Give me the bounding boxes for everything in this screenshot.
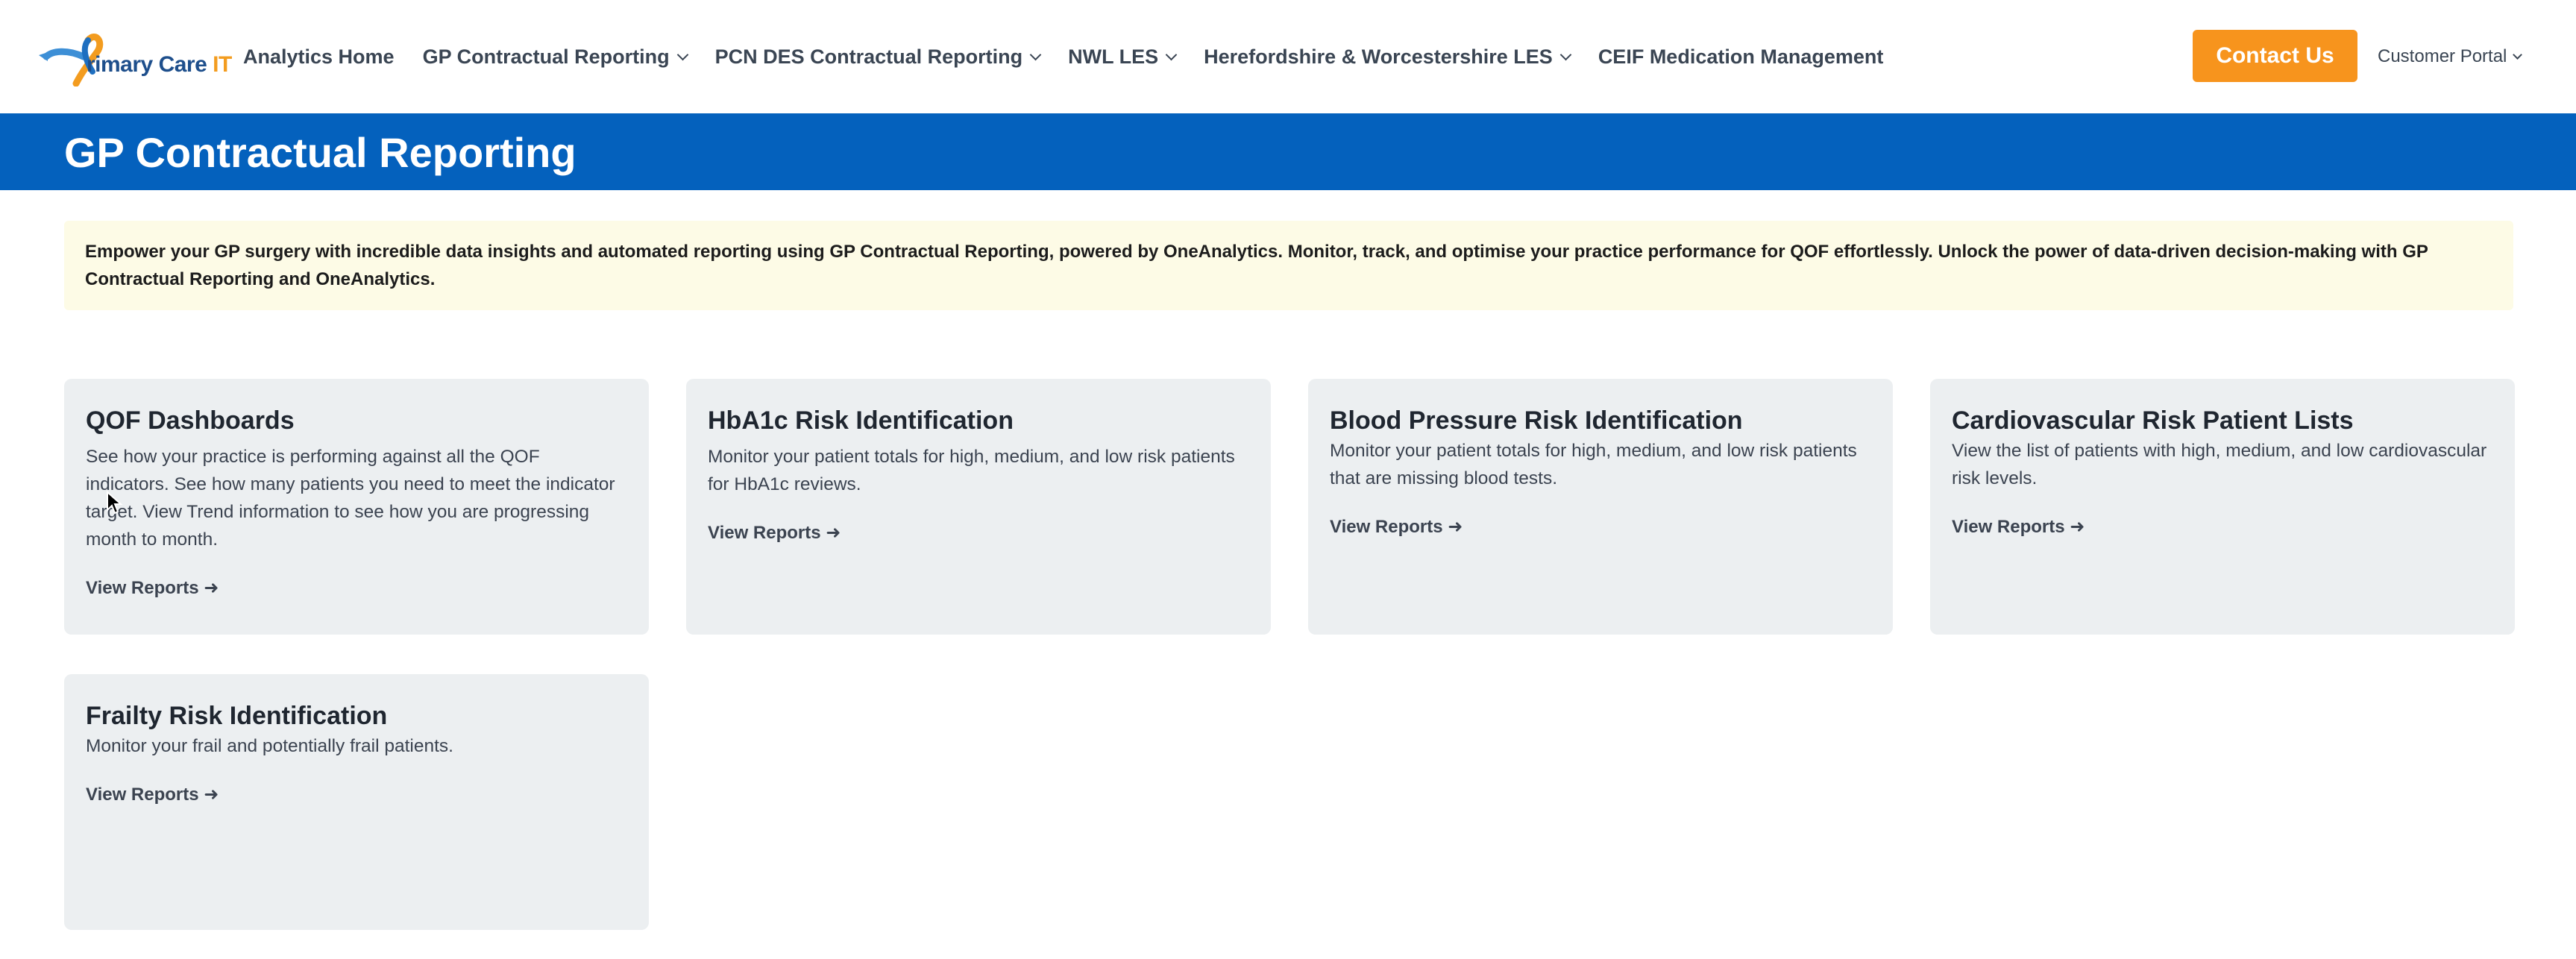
page-title: GP Contractual Reporting (64, 129, 577, 176)
view-reports-link[interactable]: View Reports ➜ (1330, 516, 1463, 538)
view-reports-link[interactable]: View Reports ➜ (86, 577, 219, 599)
card-title: Blood Pressure Risk Identification (1330, 406, 1743, 435)
card-title: Frailty Risk Identification (86, 702, 388, 730)
intro-notice: Empower your GP surgery with incredible … (64, 221, 2513, 310)
customer-portal-menu[interactable]: Customer Portal (2378, 0, 2523, 113)
view-reports-link[interactable]: View Reports ➜ (86, 784, 219, 805)
chevron-down-icon (1165, 48, 1178, 60)
nav-herefordshire-worcestershire-les[interactable]: Herefordshire & Worcestershire LES (1204, 45, 1572, 69)
nav-pcn-des-contractual-reporting[interactable]: PCN DES Contractual Reporting (715, 45, 1042, 69)
card-hba1c-risk: HbA1c Risk Identification Monitor your p… (686, 379, 1271, 635)
card-description: Monitor your patient totals for high, me… (708, 447, 1235, 494)
view-reports-link[interactable]: View Reports ➜ (708, 522, 841, 544)
card-description: Monitor your frail and potentially frail… (86, 736, 453, 756)
chevron-down-icon (2513, 49, 2523, 60)
nav-nwl-les[interactable]: NWL LES (1068, 45, 1178, 69)
card-description: View the list of patients with high, med… (1952, 441, 2487, 488)
chevron-down-icon (1029, 48, 1042, 60)
card-frailty-risk: Frailty Risk Identification Monitor your… (64, 674, 649, 930)
site-header: rimary Care IT Analytics Home GP Contrac… (0, 0, 2576, 113)
nav-ceif-medication-management[interactable]: CEIF Medication Management (1598, 45, 1884, 69)
logo-wordmark: rimary Care IT (87, 52, 232, 77)
main-nav: Analytics Home GP Contractual Reporting … (243, 0, 1911, 113)
mouse-pointer-icon (107, 491, 123, 515)
site-logo[interactable]: rimary Care IT (37, 27, 232, 87)
contact-us-button[interactable]: Contact Us (2193, 30, 2357, 82)
view-reports-link[interactable]: View Reports ➜ (1952, 516, 2085, 538)
chevron-down-icon (676, 48, 688, 60)
card-title: QOF Dashboards (86, 406, 295, 435)
card-description: Monitor your patient totals for high, me… (1330, 441, 1857, 488)
nav-gp-contractual-reporting[interactable]: GP Contractual Reporting (423, 45, 688, 69)
card-title: Cardiovascular Risk Patient Lists (1952, 406, 2354, 435)
card-cardiovascular-risk: Cardiovascular Risk Patient Lists View t… (1930, 379, 2515, 635)
page-title-band: GP Contractual Reporting (0, 113, 2576, 190)
card-qof-dashboards: QOF Dashboards See how your practice is … (64, 379, 649, 635)
card-title: HbA1c Risk Identification (708, 406, 1014, 435)
card-blood-pressure-risk: Blood Pressure Risk Identification Monit… (1308, 379, 1893, 635)
nav-analytics-home[interactable]: Analytics Home (243, 45, 395, 69)
card-description: See how your practice is performing agai… (86, 447, 615, 550)
chevron-down-icon (1559, 48, 1572, 60)
